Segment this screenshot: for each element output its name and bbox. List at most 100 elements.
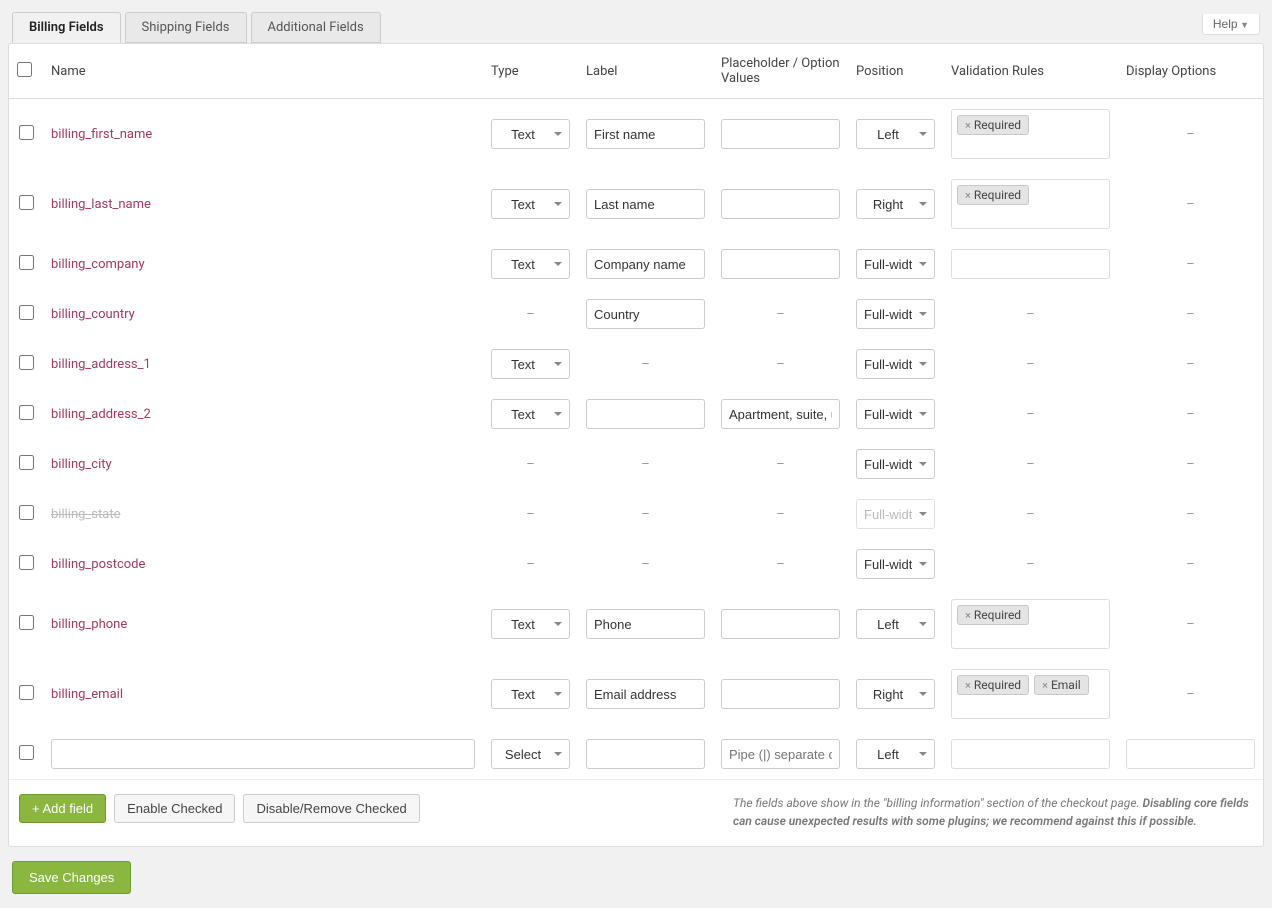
field-name[interactable]: billing_last_name	[51, 197, 151, 212]
label-input[interactable]	[586, 739, 705, 769]
field-name[interactable]: billing_state	[51, 507, 120, 522]
position-select[interactable]: LeftRightFull-width	[856, 299, 935, 329]
validation-tag[interactable]: ×Required	[957, 115, 1029, 135]
placeholder-input[interactable]	[721, 399, 840, 429]
position-select: LeftRightFull-width	[856, 499, 935, 529]
validation-tag[interactable]: ×Required	[957, 605, 1029, 625]
help-button[interactable]: Help	[1202, 14, 1260, 35]
type-select[interactable]: TextSelect	[491, 609, 570, 639]
row-checkbox[interactable]	[19, 255, 34, 270]
type-select[interactable]: TextSelect	[491, 739, 570, 769]
dash: –	[586, 357, 705, 372]
placeholder-input[interactable]	[721, 189, 840, 219]
validation-box[interactable]	[951, 249, 1110, 279]
save-changes-button[interactable]: Save Changes	[12, 861, 131, 894]
row-checkbox[interactable]	[19, 505, 34, 520]
field-name[interactable]: billing_address_1	[51, 357, 151, 372]
dash: –	[586, 557, 705, 572]
label-input[interactable]	[586, 609, 705, 639]
field-name[interactable]: billing_email	[51, 687, 123, 702]
row-checkbox[interactable]	[19, 615, 34, 630]
type-select[interactable]: TextSelect	[491, 399, 570, 429]
dash: –	[586, 507, 705, 522]
label-input[interactable]	[586, 119, 705, 149]
placeholder-input[interactable]	[721, 609, 840, 639]
label-input[interactable]	[586, 189, 705, 219]
add-field-button[interactable]: + Add field	[19, 794, 106, 823]
row-checkbox[interactable]	[19, 685, 34, 700]
tab-shipping-fields[interactable]: Shipping Fields	[125, 12, 247, 43]
remove-tag-icon[interactable]: ×	[1042, 679, 1048, 692]
field-name[interactable]: billing_country	[51, 307, 135, 322]
validation-tag[interactable]: ×Email	[1034, 675, 1089, 695]
tab-billing-fields[interactable]: Billing Fields	[12, 12, 121, 43]
validation-box[interactable]	[951, 739, 1110, 769]
field-name[interactable]: billing_city	[51, 457, 112, 472]
placeholder-input[interactable]	[721, 119, 840, 149]
row-checkbox[interactable]	[19, 745, 34, 760]
position-select[interactable]: LeftRightFull-width	[856, 679, 935, 709]
select-all-checkbox[interactable]	[17, 62, 32, 77]
dash: –	[721, 307, 840, 322]
dash: –	[1126, 257, 1255, 272]
type-select[interactable]: TextSelect	[491, 679, 570, 709]
position-select[interactable]: LeftRightFull-width	[856, 189, 935, 219]
row-checkbox[interactable]	[19, 125, 34, 140]
label-input[interactable]	[586, 299, 705, 329]
row-checkbox[interactable]	[19, 195, 34, 210]
position-select[interactable]: LeftRightFull-width	[856, 449, 935, 479]
dash: –	[1126, 407, 1255, 422]
remove-tag-icon[interactable]: ×	[965, 679, 971, 692]
position-select[interactable]: LeftRightFull-width	[856, 609, 935, 639]
field-name[interactable]: billing_company	[51, 257, 145, 272]
remove-tag-icon[interactable]: ×	[965, 609, 971, 622]
table-row: billing_last_name TextSelect LeftRightFull…	[9, 169, 1263, 239]
row-checkbox[interactable]	[19, 355, 34, 370]
position-select[interactable]: LeftRightFull-width	[856, 739, 935, 769]
field-name[interactable]: billing_phone	[51, 617, 127, 632]
new-name-input[interactable]	[51, 739, 475, 769]
type-select[interactable]: TextSelect	[491, 249, 570, 279]
field-name[interactable]: billing_postcode	[51, 557, 145, 572]
field-name[interactable]: billing_address_2	[51, 407, 151, 422]
remove-tag-icon[interactable]: ×	[965, 119, 971, 132]
validation-box[interactable]: ×Required	[951, 599, 1110, 649]
tab-additional-fields[interactable]: Additional Fields	[251, 12, 381, 43]
field-name[interactable]: billing_first_name	[51, 127, 152, 142]
position-select[interactable]: LeftRightFull-width	[856, 349, 935, 379]
type-select[interactable]: TextSelect	[491, 189, 570, 219]
placeholder-input[interactable]	[721, 249, 840, 279]
position-select[interactable]: LeftRightFull-width	[856, 119, 935, 149]
dash: –	[1126, 507, 1255, 522]
display-options-box[interactable]	[1126, 739, 1255, 769]
position-select[interactable]: LeftRightFull-width	[856, 249, 935, 279]
label-input[interactable]	[586, 249, 705, 279]
dash: –	[1126, 307, 1255, 322]
row-checkbox[interactable]	[19, 305, 34, 320]
table-row: billing_address_1TextSelect––LeftRightFu…	[9, 339, 1263, 389]
dash: –	[951, 557, 1110, 572]
row-checkbox[interactable]	[19, 555, 34, 570]
enable-checked-button[interactable]: Enable Checked	[114, 794, 235, 823]
position-select[interactable]: LeftRightFull-width	[856, 549, 935, 579]
label-input[interactable]	[586, 679, 705, 709]
type-select[interactable]: TextSelect	[491, 119, 570, 149]
dash: –	[951, 307, 1110, 322]
label-input[interactable]	[586, 399, 705, 429]
row-checkbox[interactable]	[19, 455, 34, 470]
placeholder-input[interactable]	[721, 739, 840, 769]
remove-tag-icon[interactable]: ×	[965, 189, 971, 202]
col-placeholder: Placeholder / Option Values	[713, 44, 848, 99]
table-row: billing_city–––LeftRightFull-width––	[9, 439, 1263, 489]
position-select[interactable]: LeftRightFull-width	[856, 399, 935, 429]
validation-box[interactable]: ×Required	[951, 179, 1110, 229]
type-select[interactable]: TextSelect	[491, 349, 570, 379]
disable-remove-checked-button[interactable]: Disable/Remove Checked	[243, 794, 419, 823]
validation-box[interactable]: ×Required×Email	[951, 669, 1110, 719]
row-checkbox[interactable]	[19, 405, 34, 420]
validation-tag[interactable]: ×Required	[957, 675, 1029, 695]
validation-box[interactable]: ×Required	[951, 109, 1110, 159]
placeholder-input[interactable]	[721, 679, 840, 709]
validation-tag[interactable]: ×Required	[957, 185, 1029, 205]
dash: –	[1126, 687, 1255, 702]
